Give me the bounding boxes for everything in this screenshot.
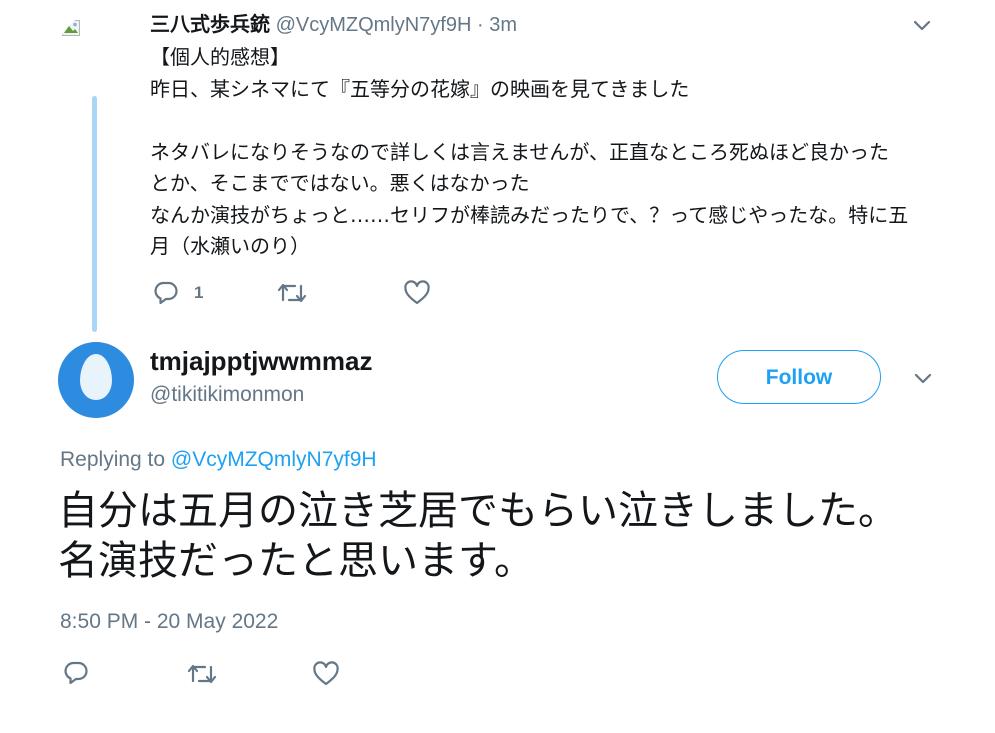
retweet-icon — [187, 664, 217, 684]
broken-image-icon — [62, 20, 80, 36]
follow-button[interactable]: Follow — [717, 350, 881, 404]
reply-count: 1 — [194, 283, 204, 302]
parent-like-button[interactable] — [403, 280, 431, 306]
parent-tweet-header: 三八式歩兵銃 @VcyMZQmlyN7yf9H · 3m — [150, 12, 517, 38]
reply-icon — [64, 661, 88, 685]
replying-to-label: Replying to — [60, 448, 166, 471]
parent-line: とか、そこまでではない。悪くはなかった — [150, 171, 530, 195]
parent-avatar[interactable] — [58, 14, 134, 90]
main-line: 名演技だったと思います。 — [58, 538, 534, 584]
parent-timestamp[interactable]: · 3m — [477, 14, 517, 36]
replying-to-mention[interactable]: @VcyMZQmlyN7yf9H — [171, 448, 377, 471]
parent-line: 昨日、某シネマにて『五等分の花嫁』の映画を見てきました — [150, 76, 690, 101]
main-reply-button[interactable] — [62, 660, 90, 686]
main-like-button[interactable] — [312, 661, 340, 687]
default-egg-avatar[interactable] — [58, 342, 134, 418]
chevron-down-icon[interactable] — [910, 13, 934, 37]
main-display-name[interactable]: tmjajpptjwwmmaz — [150, 346, 372, 376]
parent-handle[interactable]: @VcyMZQmlyN7yf9H — [276, 14, 472, 36]
parent-tweet-text: 【個人的感想】 昨日、某シネマにて『五等分の花嫁』の映画を見てきました ネタバレ… — [150, 42, 940, 263]
egg-shape — [80, 354, 112, 400]
main-timestamp[interactable]: 8:50 PM - 20 May 2022 — [60, 608, 278, 636]
main-handle[interactable]: @tikitikimonmon — [150, 381, 304, 409]
parent-line: ネタバレになりそうなので詳しくは言えませんが、正直なところ死ぬほど良かった — [150, 139, 889, 164]
parent-line: 月（水瀬いのり） — [150, 234, 310, 258]
parent-retweet-button[interactable] — [276, 280, 308, 306]
main-retweet-button[interactable] — [186, 661, 218, 687]
chevron-down-icon[interactable] — [911, 366, 935, 390]
parent-line: なんか演技がちょっと……セリフが棒読みだったりで、？って感じやったな。特に五 — [150, 202, 909, 227]
like-icon — [313, 661, 339, 686]
parent-reply-button[interactable]: 1 — [152, 280, 203, 306]
like-icon — [404, 280, 430, 305]
thread-connector-line — [92, 96, 97, 332]
main-tweet-text: 自分は五月の泣き芝居でもらい泣きしました。 名演技だったと思います。 — [58, 486, 958, 586]
retweet-icon — [277, 283, 307, 303]
main-line: 自分は五月の泣き芝居でもらい泣きしました。 — [58, 488, 898, 534]
parent-line: 【個人的感想】 — [150, 45, 290, 69]
parent-line-blank — [150, 105, 940, 137]
replying-to-line: Replying to @VcyMZQmlyN7yf9H — [60, 446, 377, 474]
reply-icon — [154, 281, 178, 305]
parent-display-name[interactable]: 三八式歩兵銃 — [150, 14, 270, 36]
